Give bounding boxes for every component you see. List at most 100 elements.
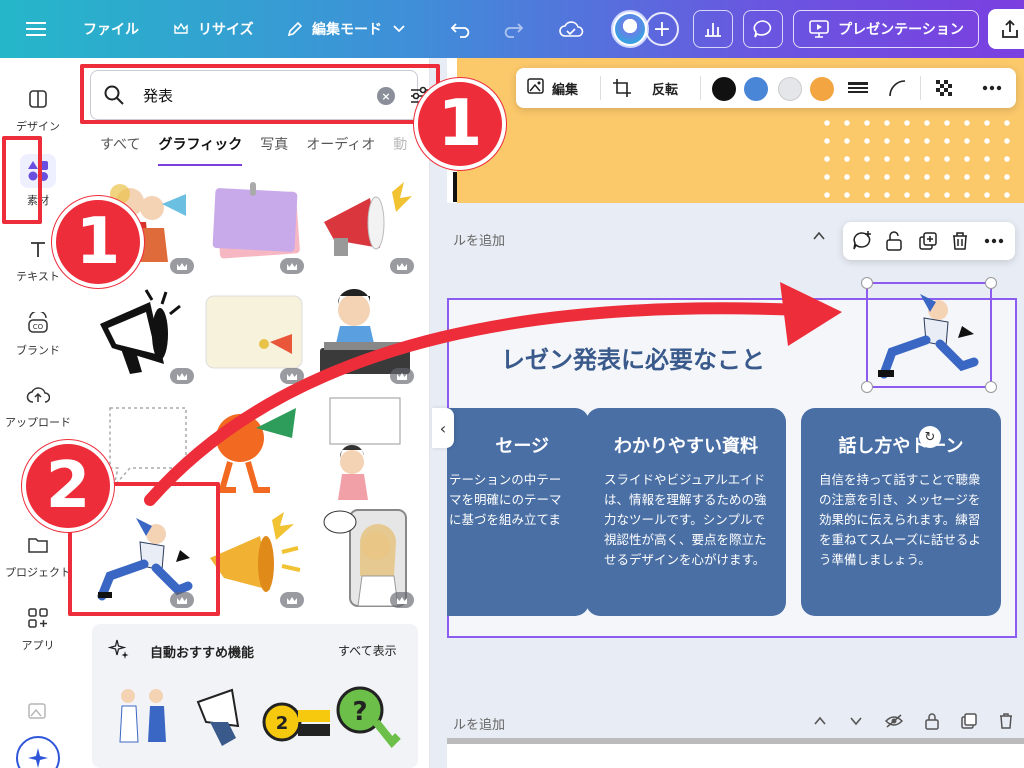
trash-icon[interactable]	[998, 712, 1014, 734]
color-swatch-blue[interactable]	[744, 77, 768, 101]
selected-graphic-on-canvas[interactable]	[861, 277, 997, 393]
content-card-materials[interactable]: わかりやすい資料 スライドやビジュアルエイドは、情報を理解するための強力なツール…	[586, 408, 786, 616]
svg-text:CO: CO	[33, 323, 44, 331]
graphic-man-podium[interactable]	[310, 282, 418, 388]
premium-crown-icon	[390, 258, 414, 274]
present-button[interactable]: プレゼンテーション	[793, 10, 979, 48]
resize-handle[interactable]	[861, 277, 873, 289]
category-tabs: すべて グラフィック 写真 オーディオ 動	[100, 134, 429, 166]
lock-icon[interactable]	[883, 230, 905, 252]
comment-icon[interactable]	[743, 10, 783, 48]
premium-crown-icon	[280, 258, 304, 274]
nav-upload[interactable]: アップロード	[0, 380, 76, 430]
magic-sparkle-icon[interactable]	[16, 736, 60, 768]
suggest-thumb-timer[interactable]: 2	[260, 682, 332, 752]
edit-mode-label: 編集モード	[312, 22, 382, 38]
redo-icon[interactable]	[500, 0, 524, 58]
suggest-thumb-phone-question[interactable]: ?	[332, 682, 404, 752]
top-bar: ファイル リサイズ 編集モード + プレゼンテーション	[0, 0, 1024, 58]
content-card-message[interactable]: セージ テーションの中テーマを明確にのテーマに基づを組み立てま	[447, 408, 589, 616]
nav-apps[interactable]: アプリ	[0, 603, 76, 653]
share-button[interactable]	[988, 9, 1024, 49]
duplicate-icon[interactable]	[960, 712, 978, 734]
page-title-input[interactable]: ルを追加	[453, 230, 505, 249]
file-menu-button[interactable]: ファイル	[83, 0, 139, 58]
nav-design-label: デザイン	[16, 120, 60, 133]
trash-icon[interactable]	[949, 230, 971, 252]
suggest-thumb-people[interactable]	[106, 682, 178, 752]
cloud-saved-icon[interactable]	[558, 0, 584, 58]
chevron-down-icon[interactable]	[848, 713, 864, 733]
resize-handle[interactable]	[861, 381, 873, 393]
svg-text:?: ?	[352, 697, 367, 727]
collapse-panel-chevron-icon[interactable]: ‹	[432, 408, 454, 448]
step-badge-2: 2	[22, 440, 114, 532]
file-menu-label: ファイル	[83, 22, 139, 38]
nav-text-label: テキスト	[16, 270, 60, 283]
graphic-red-megaphone[interactable]	[310, 172, 418, 278]
pencil-icon	[284, 18, 306, 40]
nav-design[interactable]: デザイン	[0, 84, 76, 134]
card-body: テーションの中テーマを明確にのテーマに基づを組み立てま	[449, 472, 562, 527]
edit-mode-button[interactable]: 編集モード	[284, 0, 410, 58]
flip-button[interactable]: 反転	[652, 68, 678, 108]
insights-chart-icon[interactable]	[693, 10, 733, 48]
graphic-sticky-notes[interactable]	[200, 172, 308, 278]
hide-eye-icon[interactable]	[884, 713, 904, 733]
crop-icon[interactable]	[612, 68, 632, 108]
suggest-thumb-hand-megaphone[interactable]	[192, 682, 264, 752]
chevron-up-icon[interactable]	[811, 228, 827, 248]
page-collapse-controls	[811, 228, 827, 248]
resize-label: リサイズ	[198, 22, 254, 38]
card-body: スライドやビジュアルエイドは、情報を理解するための強力なツールです。シンプルで視…	[604, 472, 767, 567]
tab-photos[interactable]: 写真	[260, 134, 288, 166]
resize-handle[interactable]	[985, 381, 997, 393]
border-style-icon[interactable]	[848, 68, 868, 108]
tab-graphics[interactable]: グラフィック	[158, 134, 243, 166]
edit-label: 編集	[552, 82, 579, 98]
comment-add-icon[interactable]	[851, 230, 873, 252]
edit-image-button[interactable]: 編集	[526, 68, 578, 108]
resize-button[interactable]: リサイズ	[170, 0, 254, 58]
transparency-icon[interactable]	[934, 68, 954, 108]
slide-page-3[interactable]	[447, 738, 1024, 768]
content-card-speaking[interactable]: 話し方やトーン 自信を持って話すことで聴衆の注意を引き、メッセージを効果的に伝え…	[801, 408, 1001, 616]
nav-brand[interactable]: CO ブランド	[0, 308, 76, 358]
more-options-icon[interactable]	[983, 230, 1005, 252]
element-format-toolbar: 編集 反転	[516, 68, 1016, 108]
duplicate-icon[interactable]	[917, 230, 939, 252]
graphic-cream-board[interactable]	[200, 282, 308, 388]
undo-icon[interactable]	[450, 0, 474, 58]
step-badge-1: 1	[414, 78, 506, 170]
nav-project[interactable]: プロジェクト	[0, 530, 76, 580]
nav-upload-label: アップロード	[5, 416, 71, 429]
graphic-woman-phone[interactable]	[310, 506, 418, 612]
brand-icon: CO	[23, 308, 53, 338]
resize-handle[interactable]	[985, 277, 997, 289]
menu-icon[interactable]	[26, 0, 46, 58]
premium-crown-icon	[170, 368, 194, 384]
page-title-input[interactable]: ルを追加	[453, 714, 505, 733]
tab-all[interactable]: すべて	[100, 134, 140, 166]
add-collaborator-icon[interactable]: +	[645, 12, 679, 46]
lock-icon[interactable]	[924, 712, 940, 734]
see-all-link[interactable]: すべて表示	[338, 642, 397, 659]
color-swatch-black[interactable]	[712, 77, 736, 101]
premium-crown-icon	[280, 368, 304, 384]
chevron-up-icon[interactable]	[812, 713, 828, 733]
avatar-image	[615, 14, 645, 44]
nav-magic-media[interactable]	[0, 696, 76, 726]
tab-audio[interactable]: オーディオ	[306, 134, 375, 166]
rotate-icon[interactable]: ↻	[919, 426, 941, 448]
graphic-black-megaphone[interactable]	[90, 282, 198, 388]
color-swatch-lightgray[interactable]	[778, 77, 802, 101]
avatar[interactable]	[611, 10, 649, 48]
tab-video[interactable]: 動	[393, 134, 407, 166]
more-options-icon[interactable]	[982, 68, 1002, 108]
step-badge-1: 1	[52, 196, 144, 288]
slide-title[interactable]: レゼン発表に必要なこと	[501, 340, 765, 375]
graphic-woman-sign[interactable]	[310, 394, 418, 500]
premium-crown-icon	[390, 592, 414, 608]
color-swatch-orange[interactable]	[810, 77, 834, 101]
corner-rounding-icon[interactable]	[888, 68, 906, 108]
